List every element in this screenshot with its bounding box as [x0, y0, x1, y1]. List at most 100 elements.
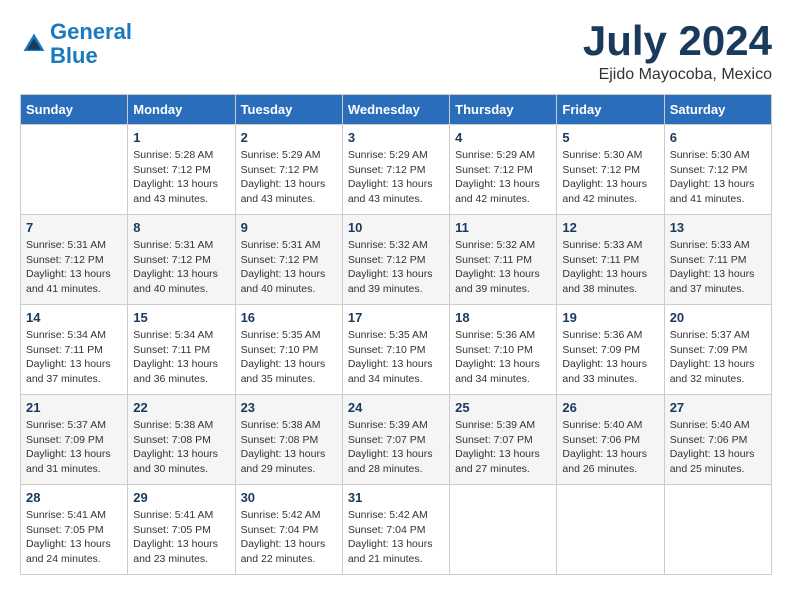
logo-text: General — [50, 20, 132, 44]
cell-content: Sunrise: 5:40 AMSunset: 7:06 PMDaylight:… — [670, 418, 766, 477]
calendar-cell: 1 Sunrise: 5:28 AMSunset: 7:12 PMDaylight… — [128, 125, 235, 215]
cell-content: Sunrise: 5:29 AMSunset: 7:12 PMDaylight:… — [241, 148, 337, 207]
calendar-cell: 30 Sunrise: 5:42 AMSunset: 7:04 PMDayligh… — [235, 485, 342, 575]
page-header: General Blue July 2024 Ejido Mayocoba, M… — [20, 20, 772, 84]
day-number: 30 — [241, 490, 337, 505]
cell-content: Sunrise: 5:37 AMSunset: 7:09 PMDaylight:… — [670, 328, 766, 387]
cell-content: Sunrise: 5:29 AMSunset: 7:12 PMDaylight:… — [455, 148, 551, 207]
cell-content: Sunrise: 5:34 AMSunset: 7:11 PMDaylight:… — [133, 328, 229, 387]
calendar-week-row: 28 Sunrise: 5:41 AMSunset: 7:05 PMDayligh… — [21, 485, 772, 575]
cell-content: Sunrise: 5:38 AMSunset: 7:08 PMDaylight:… — [133, 418, 229, 477]
weekday-header: Saturday — [664, 95, 771, 125]
calendar-cell: 12 Sunrise: 5:33 AMSunset: 7:11 PMDayligh… — [557, 215, 664, 305]
location: Ejido Mayocoba, Mexico — [583, 66, 772, 84]
cell-content: Sunrise: 5:31 AMSunset: 7:12 PMDaylight:… — [26, 238, 122, 297]
day-number: 8 — [133, 220, 229, 235]
cell-content: Sunrise: 5:34 AMSunset: 7:11 PMDaylight:… — [26, 328, 122, 387]
logo-text-blue: Blue — [50, 44, 132, 68]
weekday-header: Wednesday — [342, 95, 449, 125]
calendar-cell: 10Sunrise: 5:32 AMSunset: 7:12 PMDayligh… — [342, 215, 449, 305]
cell-content: Sunrise: 5:31 AMSunset: 7:12 PMDaylight:… — [133, 238, 229, 297]
header-row: SundayMondayTuesdayWednesdayThursdayFrid… — [21, 95, 772, 125]
day-number: 20 — [670, 310, 766, 325]
calendar-table: SundayMondayTuesdayWednesdayThursdayFrid… — [20, 94, 772, 575]
day-number: 7 — [26, 220, 122, 235]
day-number: 31 — [348, 490, 444, 505]
day-number: 26 — [562, 400, 658, 415]
calendar-cell: 11 Sunrise: 5:32 AMSunset: 7:11 PMDayligh… — [450, 215, 557, 305]
day-number: 6 — [670, 130, 766, 145]
day-number: 17 — [348, 310, 444, 325]
calendar-cell: 16 Sunrise: 5:35 AMSunset: 7:10 PMDayligh… — [235, 305, 342, 395]
cell-content: Sunrise: 5:36 AMSunset: 7:10 PMDaylight:… — [455, 328, 551, 387]
cell-content: Sunrise: 5:40 AMSunset: 7:06 PMDaylight:… — [562, 418, 658, 477]
day-number: 3 — [348, 130, 444, 145]
weekday-header: Tuesday — [235, 95, 342, 125]
calendar-cell: 31Sunrise: 5:42 AMSunset: 7:04 PMDayligh… — [342, 485, 449, 575]
day-number: 23 — [241, 400, 337, 415]
cell-content: Sunrise: 5:30 AMSunset: 7:12 PMDaylight:… — [670, 148, 766, 207]
day-number: 13 — [670, 220, 766, 235]
calendar-cell: 7 Sunrise: 5:31 AMSunset: 7:12 PMDaylight… — [21, 215, 128, 305]
calendar-cell: 14 Sunrise: 5:34 AMSunset: 7:11 PMDayligh… — [21, 305, 128, 395]
cell-content: Sunrise: 5:33 AMSunset: 7:11 PMDaylight:… — [562, 238, 658, 297]
cell-content: Sunrise: 5:35 AMSunset: 7:10 PMDaylight:… — [241, 328, 337, 387]
cell-content: Sunrise: 5:33 AMSunset: 7:11 PMDaylight:… — [670, 238, 766, 297]
calendar-cell: 19 Sunrise: 5:36 AMSunset: 7:09 PMDayligh… — [557, 305, 664, 395]
calendar-cell: 22 Sunrise: 5:38 AMSunset: 7:08 PMDayligh… — [128, 395, 235, 485]
day-number: 5 — [562, 130, 658, 145]
cell-content: Sunrise: 5:32 AMSunset: 7:11 PMDaylight:… — [455, 238, 551, 297]
calendar-cell: 24Sunrise: 5:39 AMSunset: 7:07 PMDayligh… — [342, 395, 449, 485]
calendar-cell: 13 Sunrise: 5:33 AMSunset: 7:11 PMDayligh… — [664, 215, 771, 305]
calendar-cell: 28 Sunrise: 5:41 AMSunset: 7:05 PMDayligh… — [21, 485, 128, 575]
day-number: 1 — [133, 130, 229, 145]
calendar-week-row: 14 Sunrise: 5:34 AMSunset: 7:11 PMDayligh… — [21, 305, 772, 395]
title-area: July 2024 Ejido Mayocoba, Mexico — [583, 20, 772, 84]
cell-content: Sunrise: 5:42 AMSunset: 7:04 PMDaylight:… — [241, 508, 337, 567]
cell-content: Sunrise: 5:41 AMSunset: 7:05 PMDaylight:… — [133, 508, 229, 567]
cell-content: Sunrise: 5:28 AMSunset: 7:12 PMDaylight:… — [133, 148, 229, 207]
cell-content: Sunrise: 5:36 AMSunset: 7:09 PMDaylight:… — [562, 328, 658, 387]
calendar-cell: 4 Sunrise: 5:29 AMSunset: 7:12 PMDaylight… — [450, 125, 557, 215]
weekday-header: Thursday — [450, 95, 557, 125]
calendar-cell: 27Sunrise: 5:40 AMSunset: 7:06 PMDayligh… — [664, 395, 771, 485]
calendar-cell — [557, 485, 664, 575]
logo: General Blue — [20, 20, 132, 68]
weekday-header: Monday — [128, 95, 235, 125]
day-number: 28 — [26, 490, 122, 505]
cell-content: Sunrise: 5:35 AMSunset: 7:10 PMDaylight:… — [348, 328, 444, 387]
calendar-cell: 26 Sunrise: 5:40 AMSunset: 7:06 PMDayligh… — [557, 395, 664, 485]
cell-content: Sunrise: 5:30 AMSunset: 7:12 PMDaylight:… — [562, 148, 658, 207]
calendar-cell: 5 Sunrise: 5:30 AMSunset: 7:12 PMDaylight… — [557, 125, 664, 215]
cell-content: Sunrise: 5:39 AMSunset: 7:07 PMDaylight:… — [455, 418, 551, 477]
month-title: July 2024 — [583, 20, 772, 62]
day-number: 24 — [348, 400, 444, 415]
calendar-cell: 2Sunrise: 5:29 AMSunset: 7:12 PMDaylight… — [235, 125, 342, 215]
cell-content: Sunrise: 5:41 AMSunset: 7:05 PMDaylight:… — [26, 508, 122, 567]
day-number: 18 — [455, 310, 551, 325]
weekday-header: Sunday — [21, 95, 128, 125]
day-number: 15 — [133, 310, 229, 325]
weekday-header: Friday — [557, 95, 664, 125]
calendar-cell — [664, 485, 771, 575]
calendar-cell: 8 Sunrise: 5:31 AMSunset: 7:12 PMDaylight… — [128, 215, 235, 305]
day-number: 4 — [455, 130, 551, 145]
calendar-cell — [21, 125, 128, 215]
day-number: 16 — [241, 310, 337, 325]
calendar-cell: 3Sunrise: 5:29 AMSunset: 7:12 PMDaylight… — [342, 125, 449, 215]
day-number: 22 — [133, 400, 229, 415]
day-number: 12 — [562, 220, 658, 235]
day-number: 9 — [241, 220, 337, 235]
cell-content: Sunrise: 5:37 AMSunset: 7:09 PMDaylight:… — [26, 418, 122, 477]
day-number: 19 — [562, 310, 658, 325]
calendar-cell: 29Sunrise: 5:41 AMSunset: 7:05 PMDayligh… — [128, 485, 235, 575]
day-number: 14 — [26, 310, 122, 325]
logo-icon — [20, 30, 48, 58]
calendar-cell: 17 Sunrise: 5:35 AMSunset: 7:10 PMDayligh… — [342, 305, 449, 395]
calendar-cell: 25Sunrise: 5:39 AMSunset: 7:07 PMDayligh… — [450, 395, 557, 485]
calendar-cell: 15 Sunrise: 5:34 AMSunset: 7:11 PMDayligh… — [128, 305, 235, 395]
calendar-cell — [450, 485, 557, 575]
day-number: 11 — [455, 220, 551, 235]
calendar-cell: 20 Sunrise: 5:37 AMSunset: 7:09 PMDayligh… — [664, 305, 771, 395]
calendar-cell: 21Sunrise: 5:37 AMSunset: 7:09 PMDayligh… — [21, 395, 128, 485]
